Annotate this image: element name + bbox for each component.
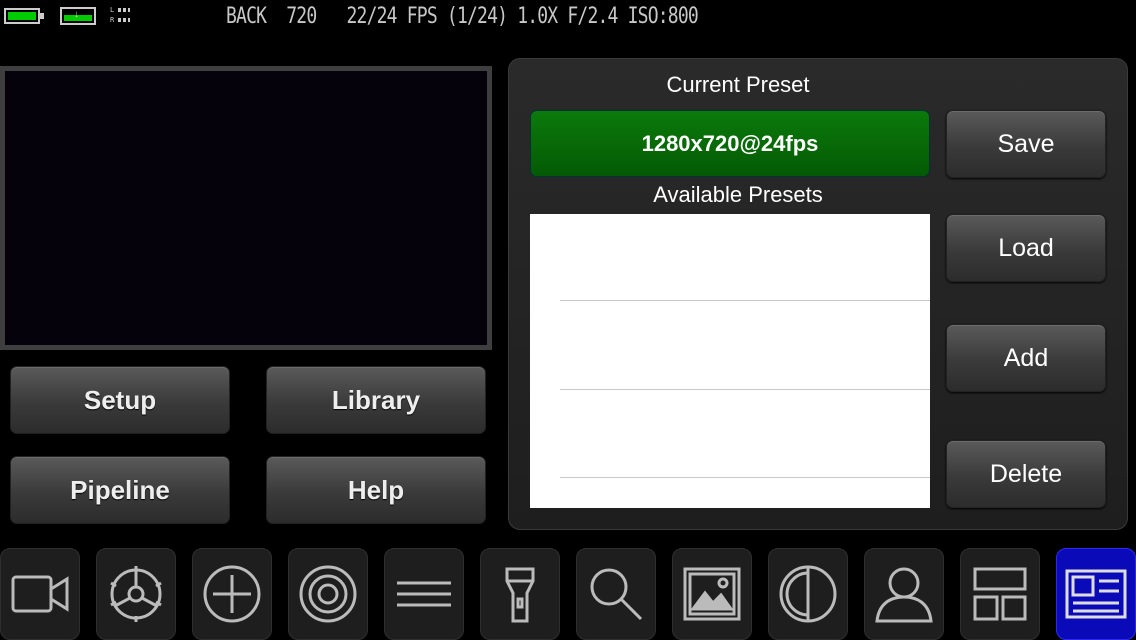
audio-right-label: R (110, 16, 115, 24)
news-icon[interactable] (1056, 548, 1136, 640)
camera-status-readout: BACK 720 22/24 FPS (1/24) 1.0X F/2.4 ISO… (226, 4, 699, 29)
audio-meter-icon: L R (110, 5, 132, 29)
flashlight-icon[interactable] (480, 548, 560, 640)
add-button[interactable]: Add (946, 324, 1106, 392)
help-button[interactable]: Help (266, 456, 486, 524)
save-button[interactable]: Save (946, 110, 1106, 178)
video-camera-icon[interactable] (0, 548, 80, 640)
list-row-divider (560, 389, 930, 390)
current-preset-value[interactable]: 1280x720@24fps (530, 110, 930, 177)
library-button[interactable]: Library (266, 366, 486, 434)
crosshair-icon[interactable] (192, 548, 272, 640)
storage-icon: ↓ (60, 7, 96, 25)
menu-icon[interactable] (384, 548, 464, 640)
audio-left-label: L (110, 6, 115, 14)
layout-icon[interactable] (960, 548, 1040, 640)
preset-list[interactable] (530, 214, 930, 508)
battery-icon (4, 8, 44, 24)
load-button[interactable]: Load (946, 214, 1106, 282)
available-presets-title: Available Presets (653, 182, 823, 207)
list-row-divider (560, 477, 930, 478)
delete-button[interactable]: Delete (946, 440, 1106, 508)
status-bar: ↓ L R BACK 720 22/24 FPS (1/24) 1.0X F/2… (0, 0, 1136, 36)
camera-preview[interactable] (0, 66, 492, 350)
target-icon[interactable] (288, 548, 368, 640)
search-icon[interactable] (576, 548, 656, 640)
contrast-icon[interactable] (768, 548, 848, 640)
person-icon[interactable] (864, 548, 944, 640)
list-row-divider (560, 300, 930, 301)
gear-icon[interactable] (96, 548, 176, 640)
image-icon[interactable] (672, 548, 752, 640)
current-preset-title: Current Preset (666, 72, 810, 97)
setup-button[interactable]: Setup (10, 366, 230, 434)
pipeline-button[interactable]: Pipeline (10, 456, 230, 524)
